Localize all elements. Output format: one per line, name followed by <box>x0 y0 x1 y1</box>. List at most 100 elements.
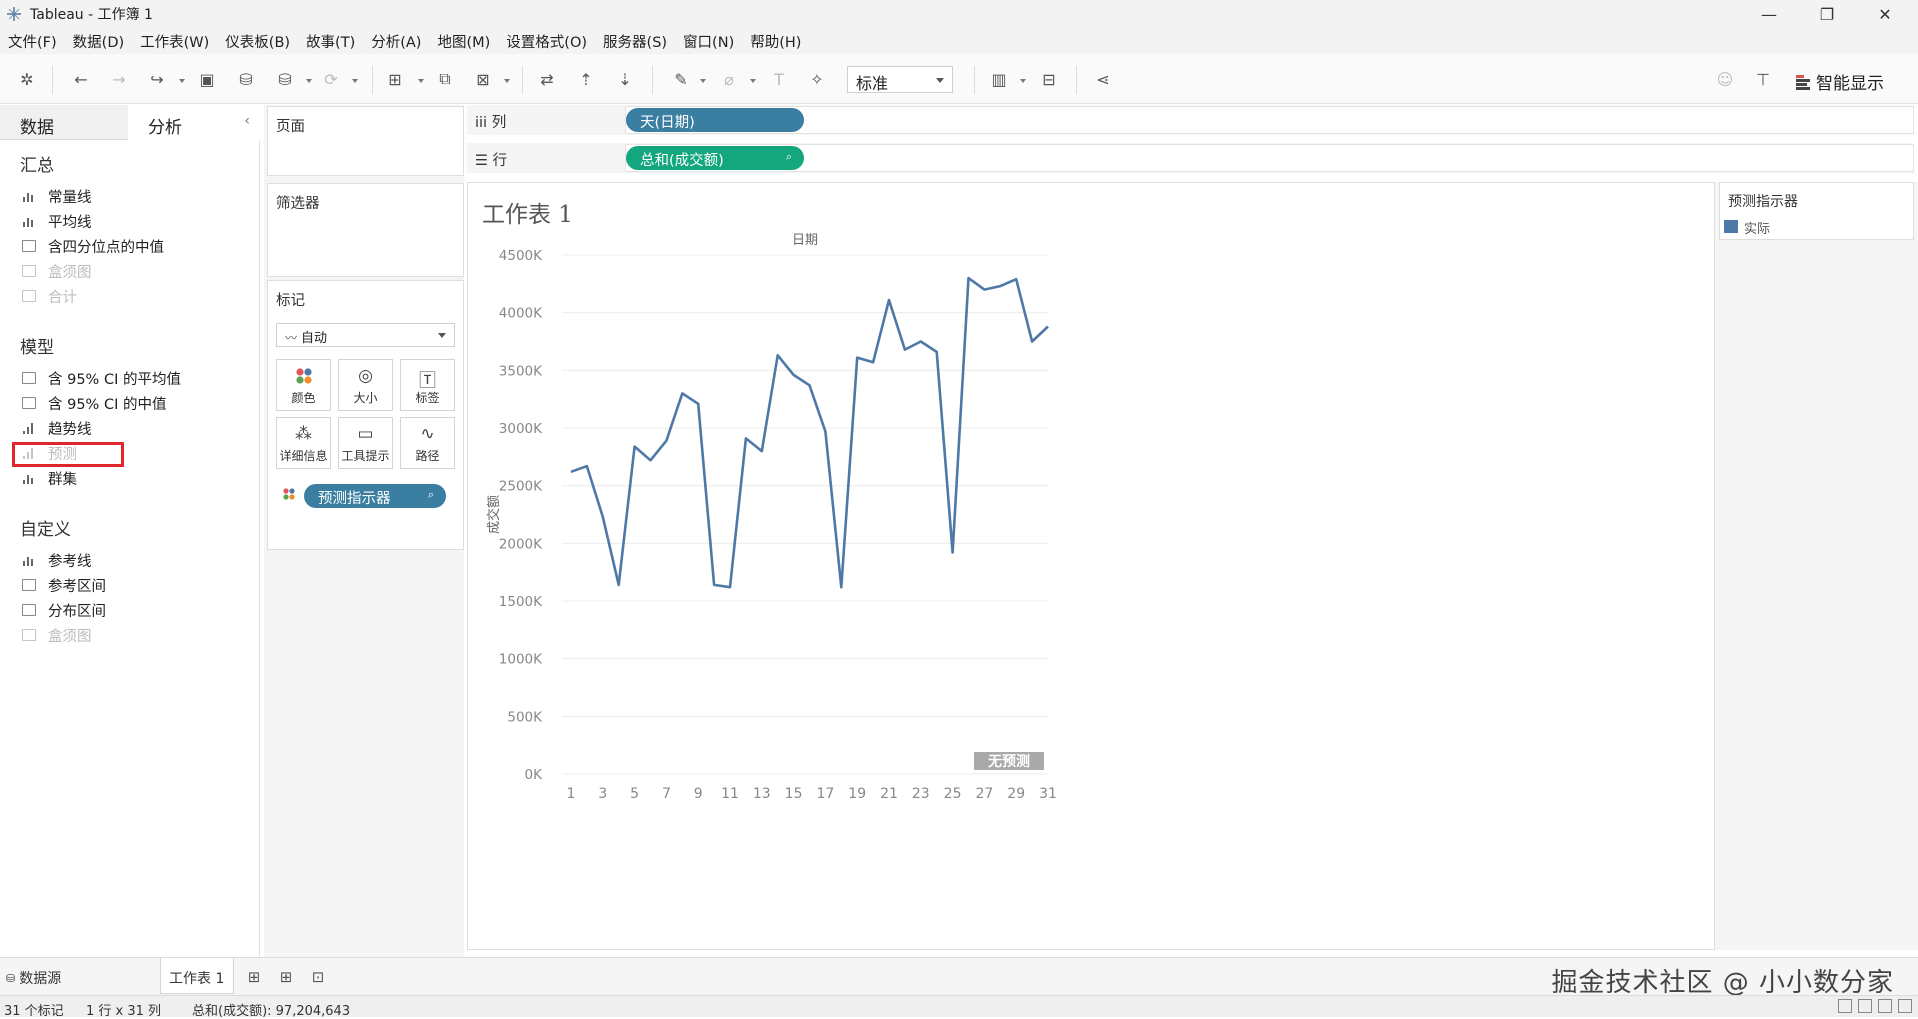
color-button[interactable]: 颜色 <box>276 359 331 411</box>
analytics-item-cluster[interactable]: 群集 <box>22 468 77 488</box>
replay-icon[interactable]: ↪ <box>146 68 168 90</box>
filters-card[interactable]: 筛选器 <box>267 183 464 277</box>
group-members-icon[interactable]: ⌀ <box>718 68 740 90</box>
watermark: 掘金技术社区 @ 小小数分家 <box>1551 962 1894 999</box>
show-me-button[interactable]: 智能显示 <box>1796 69 1884 94</box>
analytics-item-reference-band[interactable]: 参考区间 <box>22 575 106 595</box>
sheet-tab[interactable]: 工作表 1 <box>160 958 234 994</box>
menu-map[interactable]: 地图(M) <box>437 31 490 52</box>
analytics-item-box-plot[interactable]: 盒须图 <box>22 261 92 281</box>
new-worksheet-tab-icon[interactable]: ⊞ <box>244 968 264 986</box>
refresh-icon[interactable]: ⟳ <box>320 68 342 90</box>
x-tick-label: 7 <box>662 786 671 802</box>
analytics-item-label: 平均线 <box>48 211 92 232</box>
undo-icon[interactable]: ← <box>70 68 92 90</box>
menu-data[interactable]: 数据(D) <box>73 31 124 52</box>
new-worksheet-dropdown-icon[interactable] <box>418 79 424 83</box>
menu-dashboard[interactable]: 仪表板(B) <box>225 31 290 52</box>
analytics-item-trend-line[interactable]: 趋势线 <box>22 418 92 438</box>
presentation-mode-icon[interactable]: ⊟ <box>1038 68 1060 90</box>
refresh-dropdown-icon[interactable] <box>352 79 358 83</box>
new-worksheet-icon[interactable]: ⊞ <box>384 68 406 90</box>
analytics-item-reference-line[interactable]: 参考线 <box>22 550 92 570</box>
menu-story[interactable]: 故事(T) <box>306 31 355 52</box>
analytics-item-average-ci[interactable]: 含 95% CI 的平均值 <box>22 368 181 388</box>
pages-card[interactable]: 页面 <box>267 106 464 176</box>
menu-window[interactable]: 窗口(N) <box>683 31 734 52</box>
close-button[interactable]: ✕ <box>1862 0 1908 28</box>
x-tick-label: 15 <box>785 786 803 802</box>
pause-updates-icon[interactable]: ⛁ <box>274 68 296 90</box>
ask-data-icon[interactable]: ☺ <box>1714 68 1736 90</box>
columns-icon: iii <box>475 115 487 131</box>
pause-dropdown-icon[interactable] <box>306 79 312 83</box>
analytics-item-median-quartiles[interactable]: 含四分位点的中值 <box>22 236 164 256</box>
show-cards-icon[interactable]: ▥ <box>988 68 1010 90</box>
tooltip-button[interactable]: ▭ 工具提示 <box>338 417 393 469</box>
tab-data[interactable]: 数据 <box>0 105 128 140</box>
fit-dropdown[interactable]: 标准 <box>847 66 953 93</box>
forecast-indicator-pill[interactable]: 预测指示器 ⌕ <box>304 484 446 508</box>
menu-file[interactable]: 文件(F) <box>8 31 57 52</box>
analytics-item-totals[interactable]: 合计 <box>22 286 77 306</box>
fix-axes-icon[interactable]: ✧ <box>806 68 828 90</box>
sort-descending-icon[interactable]: ⇣ <box>614 68 636 90</box>
redo-icon[interactable]: → <box>108 68 130 90</box>
group-dropdown-icon[interactable] <box>750 79 756 83</box>
analytics-item-average-line[interactable]: 平均线 <box>22 211 92 231</box>
worksheet-view[interactable]: 工作表 1 日期0K500K1000K1500K2000K2500K3000K3… <box>467 182 1715 950</box>
menu-server[interactable]: 服务器(S) <box>603 31 667 52</box>
legend-area <box>1715 182 1918 950</box>
analytics-item-box-plot-custom[interactable]: 盒须图 <box>22 625 92 645</box>
share-icon[interactable]: ⋖ <box>1092 68 1114 90</box>
show-mark-labels-icon[interactable]: T <box>768 68 790 90</box>
menu-worksheet[interactable]: 工作表(W) <box>140 31 209 52</box>
label-button[interactable]: 🅃 标签 <box>400 359 455 411</box>
menu-format[interactable]: 设置格式(O) <box>506 31 587 52</box>
save-icon[interactable]: ▣ <box>196 68 218 90</box>
datasource-tab[interactable]: ⛁ 数据源 <box>6 968 61 988</box>
analytics-item-distribution-band[interactable]: 分布区间 <box>22 600 106 620</box>
grid-view-icon[interactable] <box>1838 999 1852 1013</box>
analytics-item-median-ci[interactable]: 含 95% CI 的中值 <box>22 393 166 413</box>
highlight-icon[interactable]: ✎ <box>670 68 692 90</box>
day-date-pill[interactable]: 天(日期) <box>626 108 804 132</box>
clear-dropdown-icon[interactable] <box>504 79 510 83</box>
fit-view-icon[interactable] <box>1858 999 1872 1013</box>
sheet-sorter-icon[interactable] <box>1878 999 1892 1013</box>
columns-drop-zone[interactable]: 天(日期) <box>625 106 1914 134</box>
sort-ascending-icon[interactable]: ⇡ <box>575 68 597 90</box>
swap-rows-columns-icon[interactable]: ⇄ <box>536 68 558 90</box>
rows-shelf-text: 行 <box>493 153 508 169</box>
tab-analysis[interactable]: 分析 <box>128 105 260 140</box>
minimize-button[interactable]: — <box>1746 0 1792 28</box>
tableau-home-icon[interactable]: ✲ <box>16 68 38 90</box>
legend-swatch-actual[interactable] <box>1724 220 1738 233</box>
sum-amount-pill[interactable]: 总和(成交额) ⌕ <box>626 146 804 170</box>
band-icon <box>22 579 36 591</box>
new-dashboard-tab-icon[interactable]: ⊞ <box>276 968 296 986</box>
legend-label-actual[interactable]: 实际 <box>1744 218 1770 237</box>
replay-dropdown-icon[interactable] <box>179 79 185 83</box>
label-button-label: 标签 <box>415 389 439 406</box>
size-button[interactable]: ◎ 大小 <box>338 359 393 411</box>
show-cards-dropdown-icon[interactable] <box>1020 79 1026 83</box>
duplicate-sheet-icon[interactable]: ⧉ <box>434 68 456 90</box>
menu-analysis[interactable]: 分析(A) <box>371 31 421 52</box>
totals-icon <box>22 290 36 302</box>
path-button[interactable]: ∿ 路径 <box>400 417 455 469</box>
collapse-pane-icon[interactable]: ‹ <box>244 113 250 129</box>
rows-drop-zone[interactable]: 总和(成交额) ⌕ <box>625 144 1914 172</box>
filmstrip-icon[interactable] <box>1898 999 1912 1013</box>
maximize-button[interactable]: ❐ <box>1804 0 1850 28</box>
new-datasource-icon[interactable]: ⛁ <box>235 68 257 90</box>
format-painter-icon[interactable]: ⊤ <box>1752 68 1774 90</box>
highlight-dropdown-icon[interactable] <box>700 79 706 83</box>
new-story-tab-icon[interactable]: ⊡ <box>308 968 328 986</box>
analytics-item-constant-line[interactable]: 常量线 <box>22 186 92 206</box>
mark-type-dropdown[interactable]: 〰 自动 <box>276 323 455 347</box>
clear-sheet-icon[interactable]: ⊠ <box>472 68 494 90</box>
menu-help[interactable]: 帮助(H) <box>750 31 801 52</box>
x-tick-label: 9 <box>694 786 703 802</box>
detail-button[interactable]: ⁂ 详细信息 <box>276 417 331 469</box>
